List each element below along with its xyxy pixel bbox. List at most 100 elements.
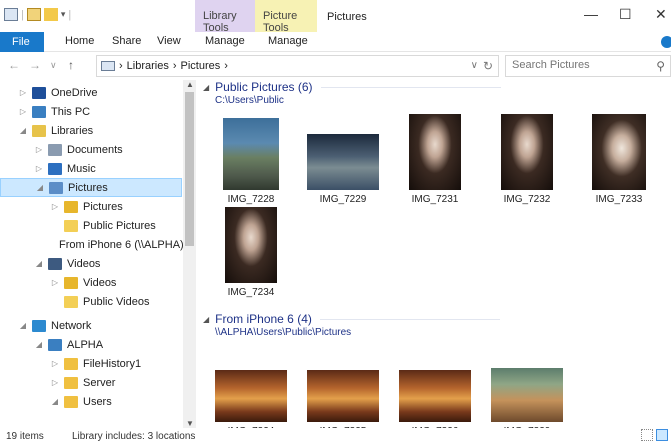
nav-item-this-pc[interactable]: ▷ This PC bbox=[0, 102, 182, 121]
nav-item-pictures[interactable]: ▷ Pictures bbox=[0, 197, 182, 216]
nav-item-label: OneDrive bbox=[51, 86, 98, 99]
nav-item-pictures[interactable]: ◢ Pictures bbox=[0, 178, 182, 197]
file-item[interactable]: IMG_7329 bbox=[483, 344, 571, 428]
nav-item-libraries[interactable]: ◢ Libraries bbox=[0, 121, 182, 140]
collapse-icon[interactable]: ◢ bbox=[50, 397, 60, 406]
window-icon[interactable] bbox=[4, 8, 18, 21]
file-item[interactable]: IMG_7228 bbox=[207, 112, 295, 205]
nav-item-videos[interactable]: ▷ Videos bbox=[0, 273, 182, 292]
nav-item-music[interactable]: ▷ Music bbox=[0, 159, 182, 178]
breadcrumb-libraries[interactable]: Libraries bbox=[127, 60, 169, 72]
address-dropdown-icon[interactable]: ∨ bbox=[471, 60, 478, 71]
nav-item-label: FileHistory1 bbox=[83, 357, 142, 370]
details-view-icon[interactable] bbox=[641, 429, 653, 441]
help-icon[interactable] bbox=[661, 36, 671, 48]
expand-icon[interactable]: ▷ bbox=[50, 278, 60, 287]
group-header[interactable]: ◢ Public Pictures (6) bbox=[203, 80, 501, 94]
thumbnail-image[interactable] bbox=[592, 114, 646, 190]
breadcrumb-separator[interactable]: › bbox=[119, 60, 123, 72]
expand-icon[interactable]: ▷ bbox=[34, 145, 44, 154]
thumbnail-image[interactable] bbox=[225, 207, 277, 283]
file-item[interactable]: IMG_7326 bbox=[391, 344, 479, 428]
cloud-icon bbox=[32, 86, 46, 99]
scrollbar-thumb[interactable] bbox=[185, 92, 194, 246]
expand-icon[interactable]: ▷ bbox=[18, 107, 28, 116]
nav-item-server[interactable]: ▷ Server bbox=[0, 373, 182, 392]
refresh-icon[interactable]: ↻ bbox=[483, 59, 493, 73]
recent-locations-button[interactable]: ∨ bbox=[50, 60, 57, 71]
status-bar: 19 items Library includes: 3 locations bbox=[0, 428, 671, 445]
navigation-scrollbar[interactable]: ▲ ▼ bbox=[183, 80, 196, 428]
nav-item-public-videos[interactable]: Public Videos bbox=[0, 292, 182, 311]
group-header[interactable]: ◢ From iPhone 6 (4) bbox=[203, 312, 500, 326]
close-button[interactable]: ✕ bbox=[655, 6, 667, 23]
nav-item-filehistory1[interactable]: ▷ FileHistory1 bbox=[0, 354, 182, 373]
tab-share[interactable]: Share bbox=[112, 35, 141, 47]
thumbnail-image[interactable] bbox=[501, 114, 553, 190]
file-item[interactable]: IMG_7324 bbox=[207, 344, 295, 428]
breadcrumb-pictures[interactable]: Pictures bbox=[181, 60, 221, 72]
search-icon[interactable]: ⚲ bbox=[656, 59, 665, 73]
thumbnail-image[interactable] bbox=[399, 370, 471, 422]
network-icon bbox=[32, 319, 46, 332]
tab-manage-picture[interactable]: Manage bbox=[268, 35, 308, 47]
expand-icon[interactable]: ▷ bbox=[18, 88, 28, 97]
search-input[interactable] bbox=[512, 59, 642, 71]
file-item[interactable]: IMG_7229 bbox=[299, 112, 387, 205]
customize-toolbar-icon[interactable]: ▾ bbox=[61, 9, 66, 20]
tab-home[interactable]: Home bbox=[65, 35, 94, 47]
collapse-group-icon[interactable]: ◢ bbox=[203, 83, 209, 92]
address-bar[interactable]: › Libraries › Pictures › ∨ ↻ bbox=[96, 55, 499, 77]
search-box[interactable]: ⚲ bbox=[505, 55, 671, 77]
thumbnail-image[interactable] bbox=[409, 114, 461, 190]
video-folder-icon bbox=[64, 276, 78, 289]
nav-item-from-iphone-6-alpha[interactable]: From iPhone 6 (\\ALPHA) bbox=[0, 235, 184, 254]
file-item[interactable]: IMG_7231 bbox=[391, 112, 479, 205]
collapse-icon[interactable]: ◢ bbox=[34, 340, 44, 349]
large-icons-view-icon[interactable] bbox=[656, 429, 668, 441]
expand-icon[interactable]: ▷ bbox=[50, 378, 60, 387]
thumbnail-image[interactable] bbox=[307, 134, 379, 190]
collapse-group-icon[interactable]: ◢ bbox=[203, 315, 209, 324]
ribbon-tabs: File Home Share View Manage Manage bbox=[0, 32, 671, 52]
breadcrumb-separator[interactable]: › bbox=[224, 60, 228, 72]
nav-item-network[interactable]: ◢ Network bbox=[0, 316, 182, 335]
up-button[interactable]: ↑ bbox=[68, 58, 74, 72]
forward-button[interactable]: → bbox=[29, 58, 41, 72]
collapse-icon[interactable]: ◢ bbox=[18, 321, 28, 330]
scroll-up-icon[interactable]: ▲ bbox=[186, 80, 194, 89]
thumbnail-image[interactable] bbox=[491, 368, 563, 422]
new-folder-icon[interactable] bbox=[43, 8, 58, 21]
thumbnail-image[interactable] bbox=[223, 118, 279, 190]
nav-item-users[interactable]: ◢ Users bbox=[0, 392, 182, 411]
window-title: Pictures bbox=[327, 11, 367, 23]
thumbnail-image[interactable] bbox=[307, 370, 379, 422]
breadcrumb-separator[interactable]: › bbox=[173, 60, 177, 72]
minimize-button[interactable]: — bbox=[584, 6, 598, 22]
file-item[interactable]: IMG_7233 bbox=[575, 112, 663, 205]
maximize-button[interactable]: ☐ bbox=[619, 6, 632, 23]
nav-item-documents[interactable]: ▷ Documents bbox=[0, 140, 182, 159]
music-icon bbox=[48, 162, 62, 175]
collapse-icon[interactable]: ◢ bbox=[35, 183, 45, 192]
tab-manage-library[interactable]: Manage bbox=[205, 35, 245, 47]
expand-icon[interactable]: ▷ bbox=[50, 359, 60, 368]
properties-icon[interactable] bbox=[26, 8, 41, 21]
collapse-icon[interactable]: ◢ bbox=[18, 126, 28, 135]
nav-item-onedrive[interactable]: ▷ OneDrive bbox=[0, 83, 182, 102]
scroll-down-icon[interactable]: ▼ bbox=[186, 419, 194, 428]
file-item[interactable]: IMG_7234 bbox=[207, 205, 295, 298]
file-item[interactable]: IMG_7232 bbox=[483, 112, 571, 205]
nav-item-alpha[interactable]: ◢ ALPHA bbox=[0, 335, 182, 354]
nav-item-public-pictures[interactable]: Public Pictures bbox=[0, 216, 182, 235]
collapse-icon[interactable]: ◢ bbox=[34, 259, 44, 268]
expand-icon[interactable]: ▷ bbox=[34, 164, 44, 173]
tab-view[interactable]: View bbox=[157, 35, 181, 47]
tab-file[interactable]: File bbox=[0, 32, 44, 52]
back-button[interactable]: ← bbox=[8, 58, 20, 72]
file-item[interactable]: IMG_7325 bbox=[299, 344, 387, 428]
expand-icon[interactable]: ▷ bbox=[50, 202, 60, 211]
nav-item-label: From iPhone 6 (\\ALPHA) bbox=[59, 238, 184, 251]
nav-item-videos[interactable]: ◢ Videos bbox=[0, 254, 182, 273]
thumbnail-image[interactable] bbox=[215, 370, 287, 422]
